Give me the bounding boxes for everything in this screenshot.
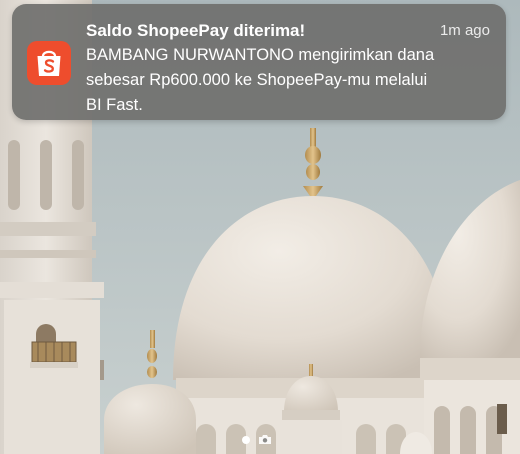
page-indicator[interactable]: [242, 434, 272, 445]
page-dot: [242, 435, 250, 444]
notification-card[interactable]: Saldo ShopeePay diterima! 1m ago BAMBANG…: [12, 4, 506, 120]
notification-body-line: sebesar Rp600.000 ke ShopeePay-mu melalu…: [86, 71, 428, 89]
notification-time: 1m ago: [439, 22, 490, 39]
notification-title: Saldo ShopeePay diterima!: [86, 21, 306, 40]
camera-icon[interactable]: [258, 434, 272, 445]
notification-body-line: BAMBANG NURWANTONO mengirimkan dana: [86, 46, 435, 64]
notification-body-line: BI Fast.: [86, 96, 143, 114]
notification-body: BAMBANG NURWANTONO mengirimkan dana sebe…: [86, 43, 494, 118]
lock-screen: Saldo ShopeePay diterima! 1m ago BAMBANG…: [0, 0, 520, 454]
shopee-bag-icon: [27, 41, 71, 85]
